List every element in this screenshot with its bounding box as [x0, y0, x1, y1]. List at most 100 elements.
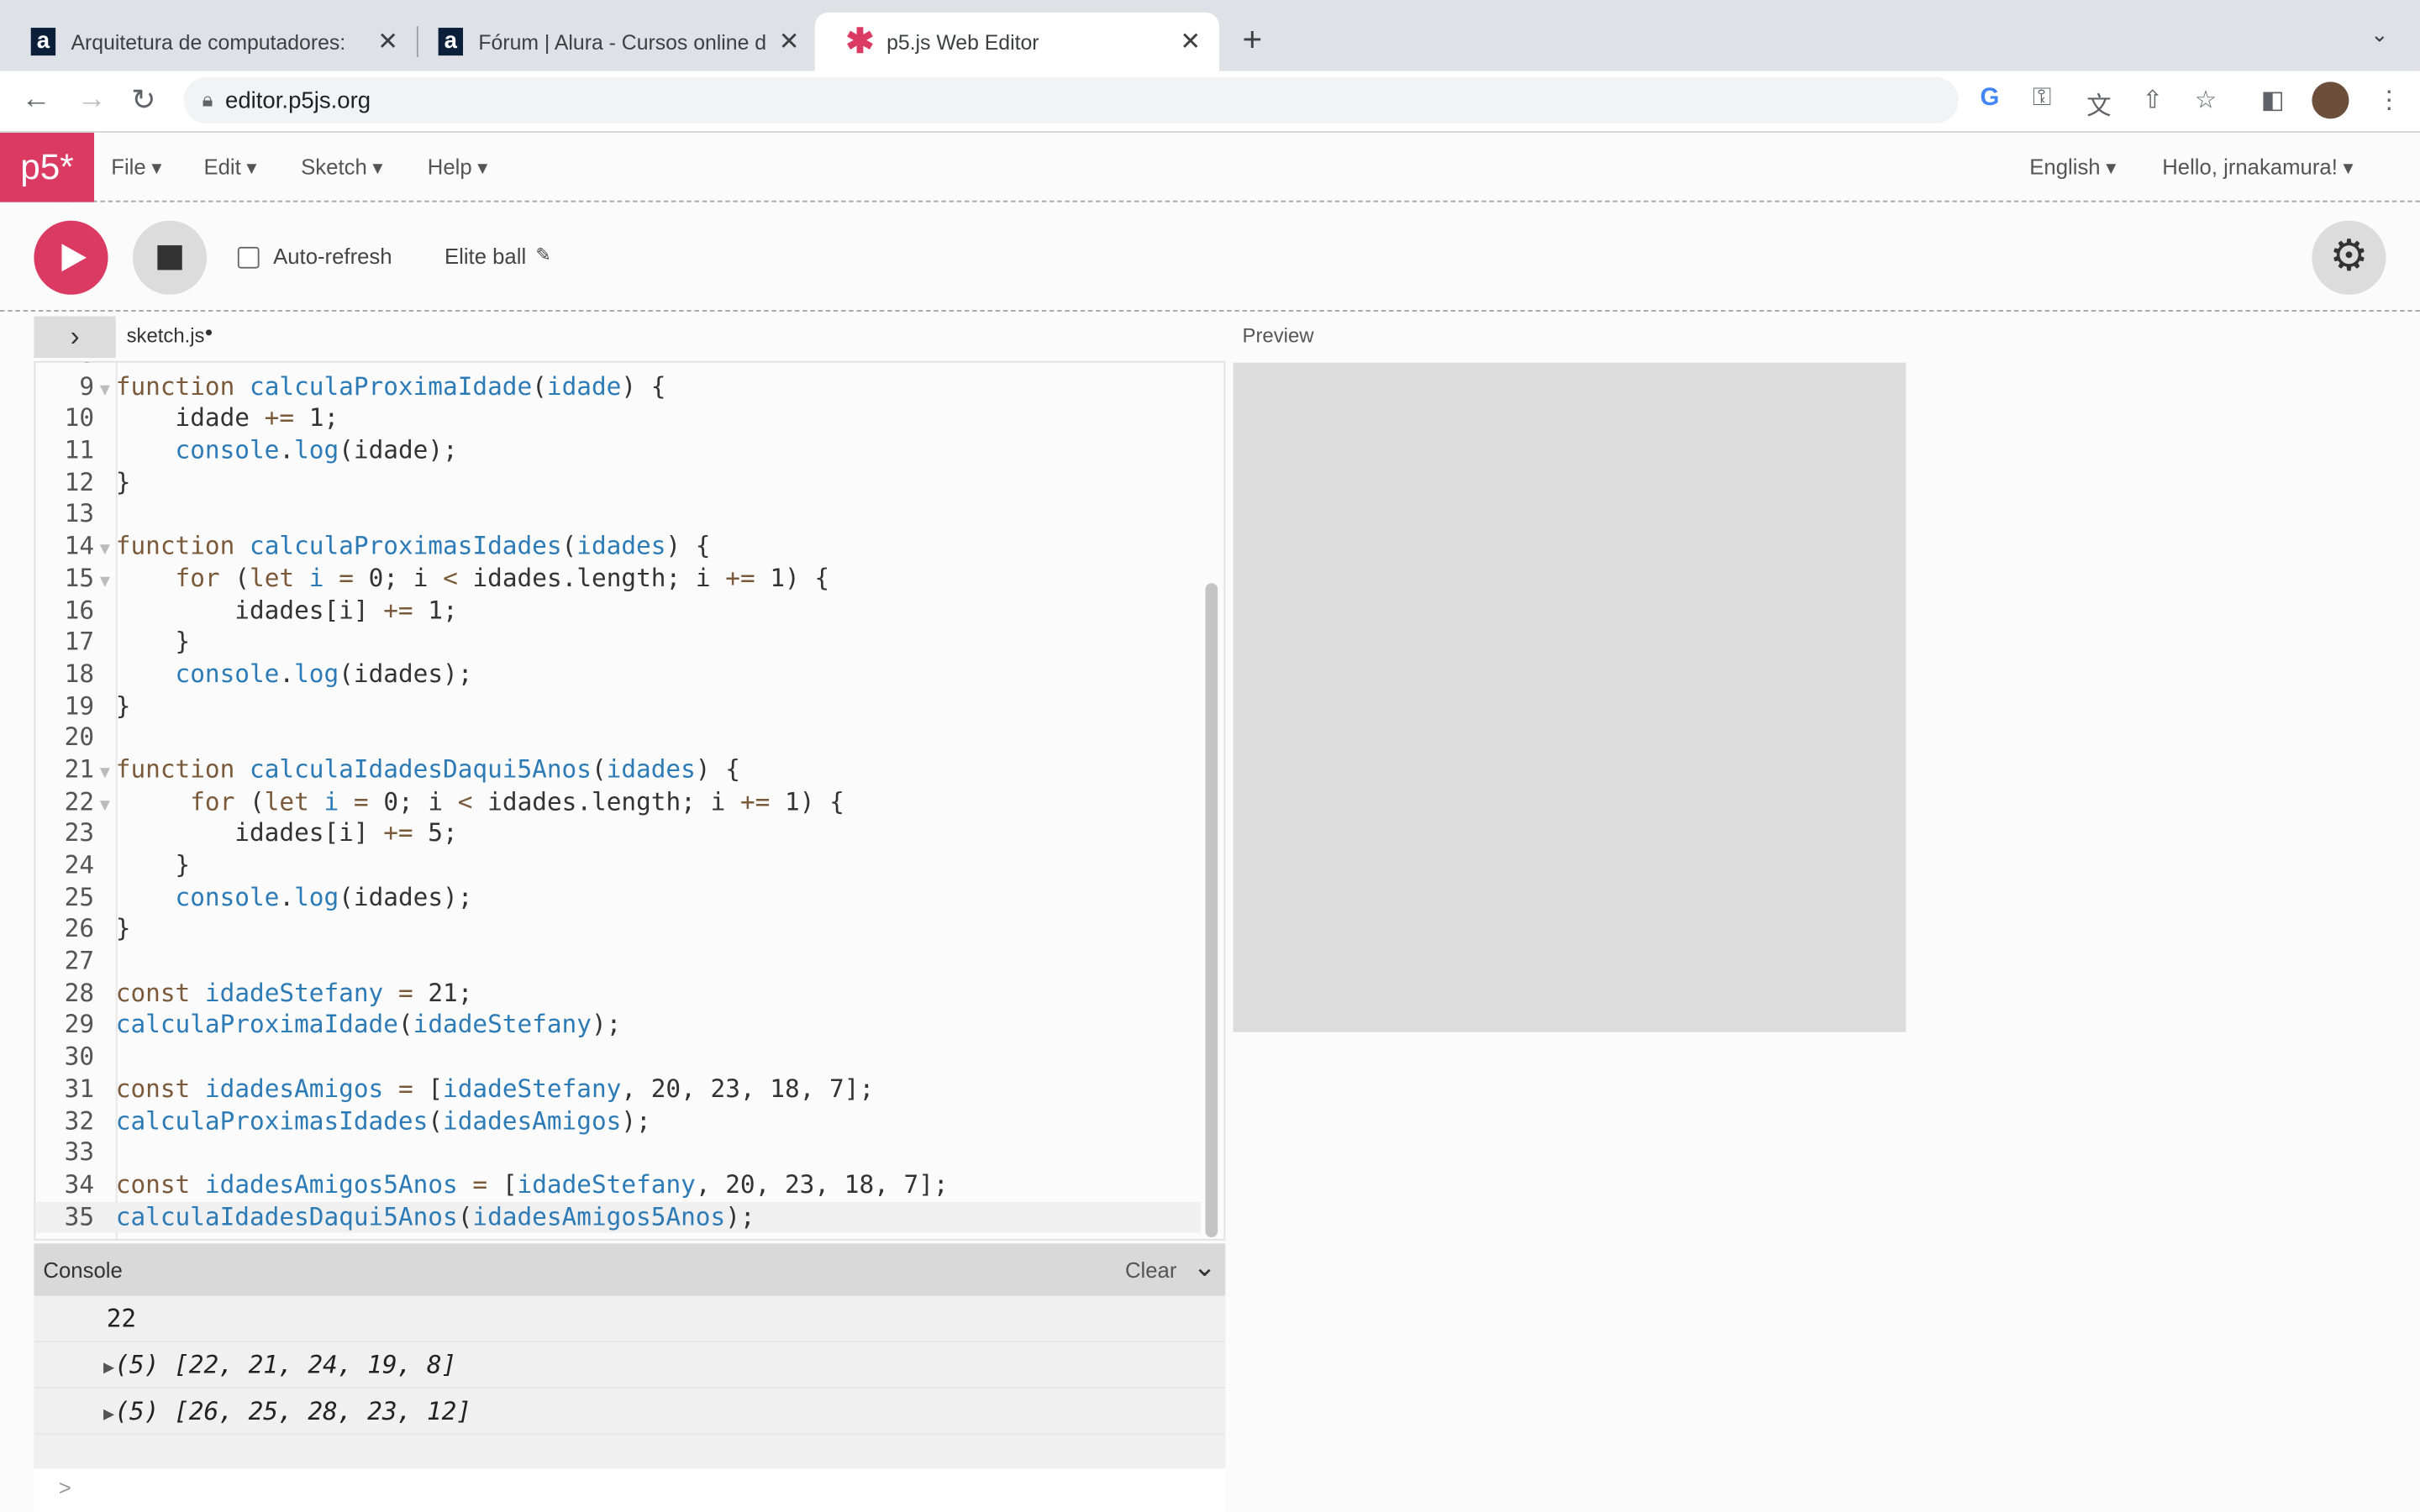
code-line[interactable]: 21 ▼ function calculaIdadesDaqui5Anos(idad… [35, 754, 1201, 786]
expand-sidebar-chevron-icon[interactable]: › [34, 316, 116, 359]
console-input[interactable]: > [34, 1468, 1226, 1512]
code-token: idadeStefany [204, 978, 384, 1007]
play-button[interactable] [34, 220, 108, 295]
code-token: } [115, 690, 131, 720]
auto-refresh-checkbox[interactable] [237, 246, 260, 269]
code-line[interactable]: 19} [35, 690, 1201, 722]
close-tab-icon[interactable]: ✕ [1180, 26, 1201, 57]
reload-icon[interactable]: ↻ [131, 83, 155, 118]
line-number: 20 [64, 722, 95, 752]
profile-avatar[interactable] [2312, 81, 2349, 119]
browser-tab[interactable]: a Fórum | Alura - Cursos online d ✕ [408, 13, 818, 71]
menu-sketch[interactable]: Sketch [301, 155, 382, 181]
code-token: ) { [666, 531, 711, 560]
language-menu[interactable]: English [2029, 155, 2116, 181]
console-entry[interactable]: ▶(5) [26, 25, 28, 23, 12] [34, 1389, 1226, 1436]
auto-refresh-label[interactable]: Auto-refresh [273, 244, 392, 268]
code-line[interactable]: 13 [35, 499, 1201, 531]
code-lines[interactable]: 89▼function calculaProximaIdade(idade) {… [35, 363, 1201, 1233]
preview-canvas[interactable] [1233, 362, 1907, 1032]
tab-search-chevron-icon[interactable]: ⌄ [2370, 22, 2389, 48]
p5-logo[interactable]: p5* [0, 132, 95, 202]
code-line[interactable]: 11 console.log(idade); [35, 435, 1201, 467]
settings-gear-icon[interactable]: ⚙ [2312, 220, 2386, 295]
code-line[interactable]: 8 [35, 363, 1201, 371]
code-token: ( [397, 1010, 413, 1039]
stop-button[interactable] [132, 220, 208, 295]
sketch-name[interactable]: Elite ball [445, 244, 526, 268]
code-line[interactable]: 10 idade += 1; [35, 403, 1201, 435]
code-line[interactable]: 33 [35, 1137, 1201, 1169]
side-panel-icon[interactable]: ◧ [2261, 85, 2285, 116]
pencil-icon[interactable]: ✎ [535, 244, 550, 265]
bookmark-star-icon[interactable]: ☆ [2195, 85, 2217, 116]
code-token: for [190, 786, 235, 816]
fold-triangle-icon[interactable]: ▼ [94, 790, 116, 822]
code-line[interactable]: 14 ▼ function calculaProximasIdades(idades… [35, 531, 1201, 563]
code-token: , 20, 23, 18, 7]; [621, 1073, 875, 1103]
expand-triangle-icon[interactable]: ▶ [103, 1403, 114, 1425]
fold-triangle-icon[interactable]: ▼ [94, 534, 116, 566]
code-line[interactable]: 12} [35, 467, 1201, 499]
code-token: i [324, 786, 339, 816]
share-icon[interactable]: ⇧ [2142, 85, 2163, 116]
console-entry[interactable]: ▶(5) [22, 21, 24, 19, 8] [34, 1342, 1226, 1389]
code-line[interactable]: 17 } [35, 627, 1201, 659]
code-line[interactable]: 32 calculaProximasIdades(idadesAmigos); [35, 1105, 1201, 1137]
collapse-console-chevron-icon[interactable]: ⌄ [1193, 1252, 1217, 1284]
code-token: < [457, 786, 473, 816]
browser-tab-active[interactable]: ✱ p5.js Web Editor ✕ [814, 12, 1219, 71]
code-token: idades[i] [115, 595, 384, 624]
console-clear-button[interactable]: Clear [1125, 1257, 1176, 1282]
forward-icon[interactable]: → [77, 83, 107, 117]
code-token: let [250, 563, 295, 592]
file-tab[interactable]: sketch.js● [127, 324, 213, 348]
line-number: 32 [64, 1105, 95, 1135]
code-line[interactable]: 22 ▼ for (let i = 0; i < idades.length; i… [35, 786, 1201, 818]
user-menu[interactable]: Hello, jrnakamura! [2162, 155, 2353, 181]
new-tab-icon[interactable]: + [1243, 20, 1263, 60]
code-line[interactable]: 26} [35, 914, 1201, 946]
code-line[interactable]: 24 } [35, 850, 1201, 882]
code-line[interactable]: 34 const idadesAmigos5Anos = [idadeStefan… [35, 1169, 1201, 1201]
filename: sketch.js [126, 323, 205, 348]
code-line[interactable]: 27 [35, 946, 1201, 978]
menu-help[interactable]: Help [428, 155, 488, 181]
code-line[interactable]: 18 console.log(idades); [35, 659, 1201, 690]
fold-triangle-icon[interactable]: ▼ [94, 758, 116, 790]
close-tab-icon[interactable]: ✕ [377, 26, 398, 57]
code-line[interactable]: 25 console.log(idades); [35, 882, 1201, 914]
code-line[interactable]: 29 calculaProximaIdade(idadeStefany); [35, 1010, 1201, 1042]
menu-file[interactable]: File [111, 155, 161, 181]
fold-triangle-icon[interactable]: ▼ [94, 375, 116, 407]
code-line[interactable]: 23 idades[i] += 5; [35, 818, 1201, 850]
expand-triangle-icon[interactable]: ▶ [103, 1356, 114, 1378]
code-token: calculaIdadesDaqui5Anos [250, 754, 592, 784]
code-token: calculaProximasIdades [250, 531, 562, 560]
editor-scrollbar[interactable] [1205, 583, 1218, 1238]
code-line[interactable]: 16 idades[i] += 1; [35, 595, 1201, 627]
code-editor[interactable]: 89▼function calculaProximaIdade(idade) {… [34, 360, 1226, 1241]
line-number: 34 [64, 1168, 95, 1199]
code-line[interactable]: 20 [35, 722, 1201, 754]
code-token: 1; [413, 595, 458, 624]
url-text[interactable]: editor.p5js.org [225, 87, 371, 113]
browser-tab[interactable]: a Arquitetura de computadores: ✕ [0, 13, 417, 71]
code-line[interactable]: 31 const idadesAmigos = [idadeStefany, 20… [35, 1074, 1201, 1105]
code-line[interactable]: 35 calculaIdadesDaqui5Anos(idadesAmigos5A… [35, 1200, 1201, 1233]
code-line[interactable]: 28 const idadeStefany = 21; [35, 978, 1201, 1010]
address-bar[interactable]: 🔒︎ editor.p5js.org [183, 76, 1959, 123]
code-line[interactable]: 9 ▼ function calculaProximaIdade(idade) { [35, 371, 1201, 403]
fold-triangle-icon[interactable]: ▼ [94, 566, 116, 598]
google-icon[interactable]: G [1980, 85, 1999, 113]
back-icon[interactable]: ← [22, 83, 51, 117]
close-tab-icon[interactable]: ✕ [779, 26, 800, 57]
key-icon[interactable]: ⚿ [2033, 85, 2051, 113]
code-line[interactable]: 30 [35, 1042, 1201, 1074]
menu-edit[interactable]: Edit [203, 155, 256, 181]
code-line[interactable]: 15 ▼ for (let i = 0; i < idades.length; i… [35, 563, 1201, 595]
translate-icon[interactable]: ⽂ [2086, 85, 2111, 122]
kebab-menu-icon[interactable]: ⋮ [2377, 85, 2402, 116]
